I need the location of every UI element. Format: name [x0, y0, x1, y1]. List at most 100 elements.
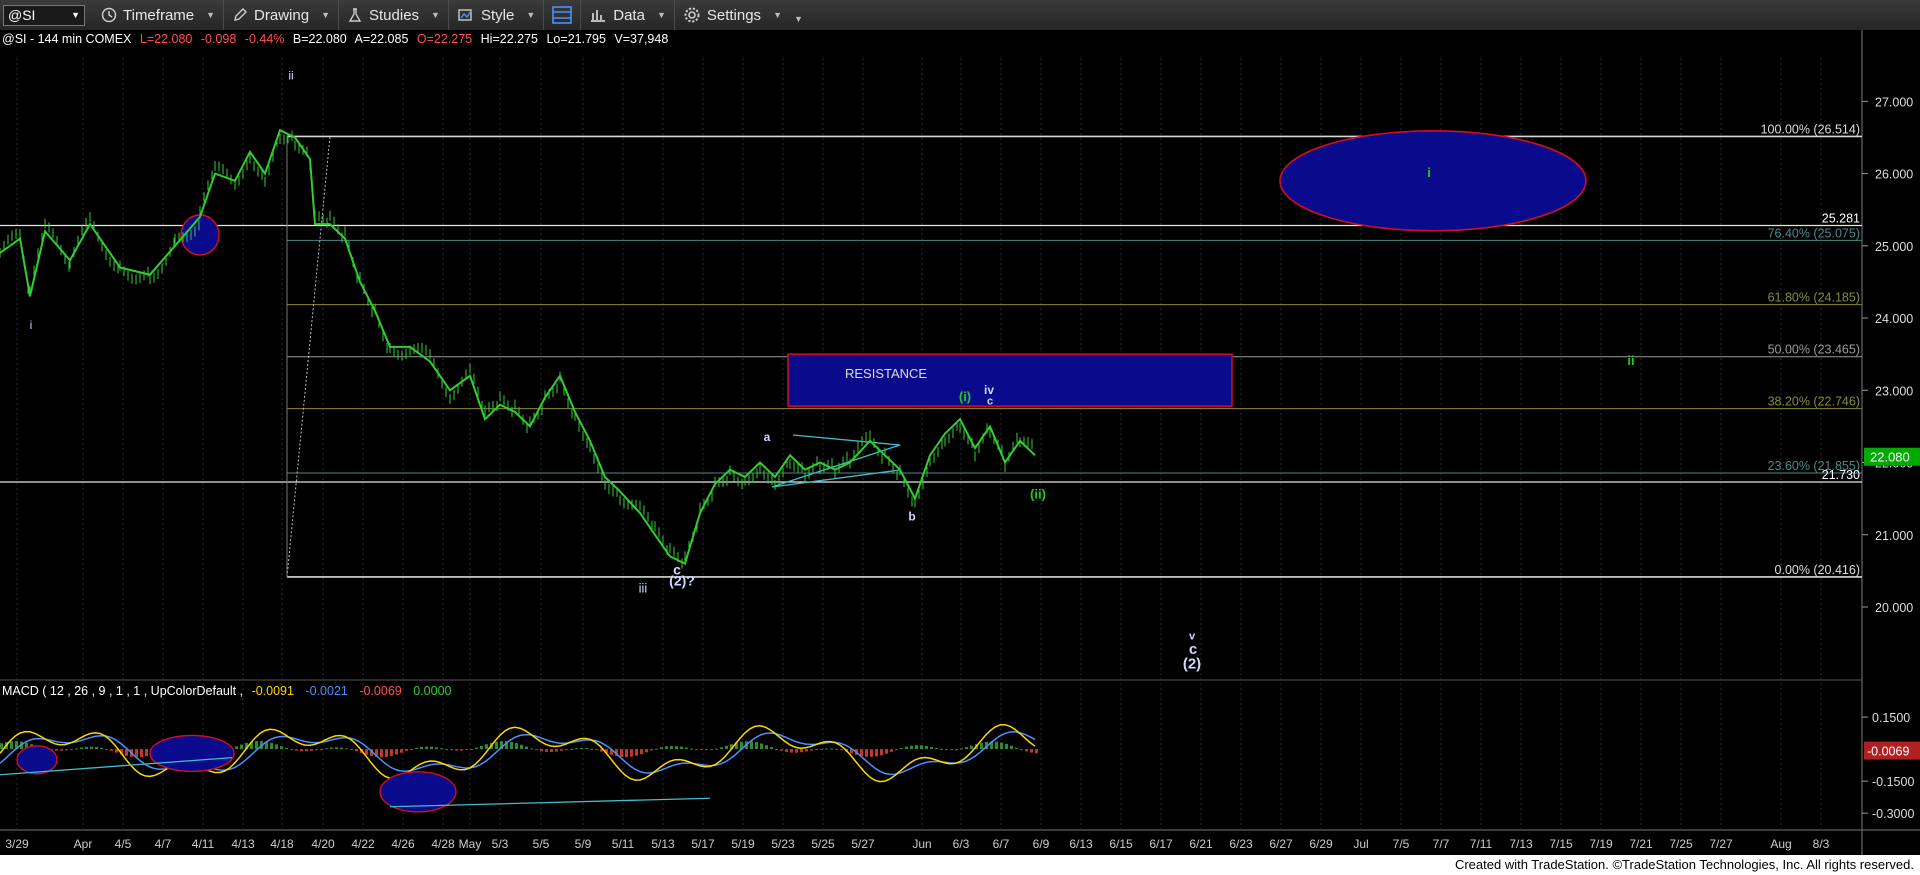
macd-histogram-bar	[485, 744, 488, 750]
macd-histogram-bar	[365, 749, 368, 755]
timeframe-button[interactable]: Timeframe ▼	[93, 0, 225, 30]
macd-histogram-bar	[780, 749, 783, 751]
macd-histogram-bar	[980, 742, 983, 750]
x-tick-label: 4/11	[192, 837, 215, 851]
macd-histogram-bar	[460, 749, 463, 751]
x-tick-label: 7/21	[1629, 837, 1653, 851]
macd-ellipse	[149, 734, 235, 773]
macd-histogram-bar	[285, 747, 288, 750]
macd-histogram-bar	[1035, 749, 1038, 754]
style-icon	[458, 9, 472, 21]
x-tick-label: 6/27	[1269, 837, 1293, 851]
chevron-down-icon: ▼	[321, 10, 330, 20]
x-tick-label: 3/29	[5, 837, 29, 851]
settings-button[interactable]: Settings ▼ ▼	[675, 0, 811, 30]
wave-label: b	[908, 509, 915, 523]
fib-level-label: 61.80% (24.185)	[1768, 291, 1860, 305]
studies-button[interactable]: Studies ▼	[339, 0, 449, 30]
macd-histogram-bar	[750, 741, 753, 750]
x-tick-label: 7/27	[1709, 837, 1733, 851]
macd-histogram-bar	[575, 748, 578, 750]
macd-histogram-bar	[710, 749, 713, 751]
macd-histogram-bar	[800, 749, 803, 753]
price-tick-label: 25.000	[1875, 240, 1913, 254]
style-label: Style	[480, 6, 515, 24]
footer-credit: Created with TradeStation. ©TradeStation…	[0, 855, 1920, 875]
macd-value-2: -0.0021	[305, 684, 347, 698]
macd-histogram-bar	[595, 749, 598, 751]
layout-button[interactable]	[544, 0, 582, 30]
price-tick-label: 21.000	[1875, 529, 1913, 543]
horizontal-line-label: 25.281	[1822, 212, 1860, 226]
macd-histogram-bar	[930, 746, 933, 750]
macd-histogram-bar	[410, 749, 413, 751]
macd-histogram-bar	[645, 749, 648, 753]
macd-histogram-bar	[350, 749, 353, 751]
macd-histogram-bar	[805, 749, 808, 752]
price-tick-label: 24.000	[1875, 312, 1913, 326]
x-tick-label: 4/22	[351, 837, 375, 851]
fib-level-label: 50.00% (23.465)	[1768, 343, 1860, 357]
x-tick-label: 6/15	[1109, 837, 1133, 851]
x-tick-label: 4/7	[155, 837, 172, 851]
style-button[interactable]: Style ▼	[449, 0, 545, 30]
symbol-input[interactable]: @SI ▼	[3, 4, 85, 26]
info-last: L=22.080	[140, 32, 193, 46]
macd-histogram-bar	[380, 749, 383, 758]
macd-histogram-bar	[880, 749, 883, 756]
macd-histogram-bar	[465, 749, 468, 751]
drawing-button[interactable]: Drawing ▼	[224, 0, 339, 30]
flask-icon	[348, 8, 362, 22]
macd-histogram-bar	[305, 749, 308, 752]
macd-histogram-bar	[525, 746, 528, 750]
macd-histogram-bar	[695, 749, 698, 751]
macd-histogram-bar	[330, 747, 333, 750]
macd-histogram-bar	[280, 746, 283, 750]
macd-histogram-bar	[535, 749, 538, 751]
macd-histogram-bar	[670, 745, 673, 750]
x-tick-label: 4/20	[311, 837, 335, 851]
macd-histogram-bar	[835, 749, 838, 751]
macd-histogram-bar	[105, 749, 108, 751]
x-tick-label: 5/17	[691, 837, 715, 851]
wave-label: i	[30, 318, 33, 332]
x-tick-label: Aug	[1770, 837, 1791, 851]
macd-histogram-bar	[140, 749, 143, 757]
info-change: -0.098	[201, 32, 236, 46]
macd-histogram-bar	[760, 743, 763, 750]
macd-histogram-bar	[235, 746, 238, 750]
wave-label-green: (ii)	[1030, 487, 1046, 502]
macd-histogram-bar	[510, 741, 513, 750]
x-tick-label: May	[459, 837, 482, 851]
x-tick-label: Jul	[1353, 837, 1368, 851]
macd-histogram-bar	[555, 749, 558, 752]
x-tick-label: 5/23	[771, 837, 795, 851]
x-tick-label: 5/13	[651, 837, 675, 851]
chevron-down-icon[interactable]: ▼	[71, 10, 80, 20]
chart-canvas[interactable]: 100.00% (26.514) 76.40% (25.075) 61.80% (2…	[0, 30, 1920, 855]
macd-histogram-bar	[725, 745, 728, 750]
macd-histogram-bar	[890, 749, 893, 752]
macd-histogram-bar	[920, 745, 923, 750]
x-tick-label: 8/3	[1813, 837, 1830, 851]
x-tick-label: 6/13	[1069, 837, 1093, 851]
price-tick-label: 26.000	[1875, 168, 1913, 182]
macd-histogram-bar	[690, 748, 693, 750]
toolbar: @SI ▼ Timeframe ▼ Drawing ▼ Studies ▼ St…	[0, 0, 1920, 31]
macd-histogram-bar	[560, 749, 563, 751]
data-button[interactable]: Data ▼	[581, 0, 675, 30]
macd-histogram-bar	[300, 749, 303, 752]
macd-histogram-bar	[625, 749, 628, 758]
macd-histogram-bar	[810, 749, 813, 751]
macd-histogram-bar	[310, 749, 313, 751]
macd-histogram-bar	[100, 747, 103, 750]
chevron-down-icon: ▼	[773, 10, 782, 20]
wave-label: c	[987, 396, 993, 408]
drawing-label: Drawing	[254, 6, 310, 24]
macd-histogram-bar	[940, 748, 943, 750]
macd-histogram-bar	[530, 748, 533, 750]
x-tick-label: 4/5	[115, 837, 132, 851]
macd-histogram-bar	[390, 749, 393, 756]
macd-histogram-bar	[875, 749, 878, 757]
macd-histogram-bar	[910, 745, 913, 750]
